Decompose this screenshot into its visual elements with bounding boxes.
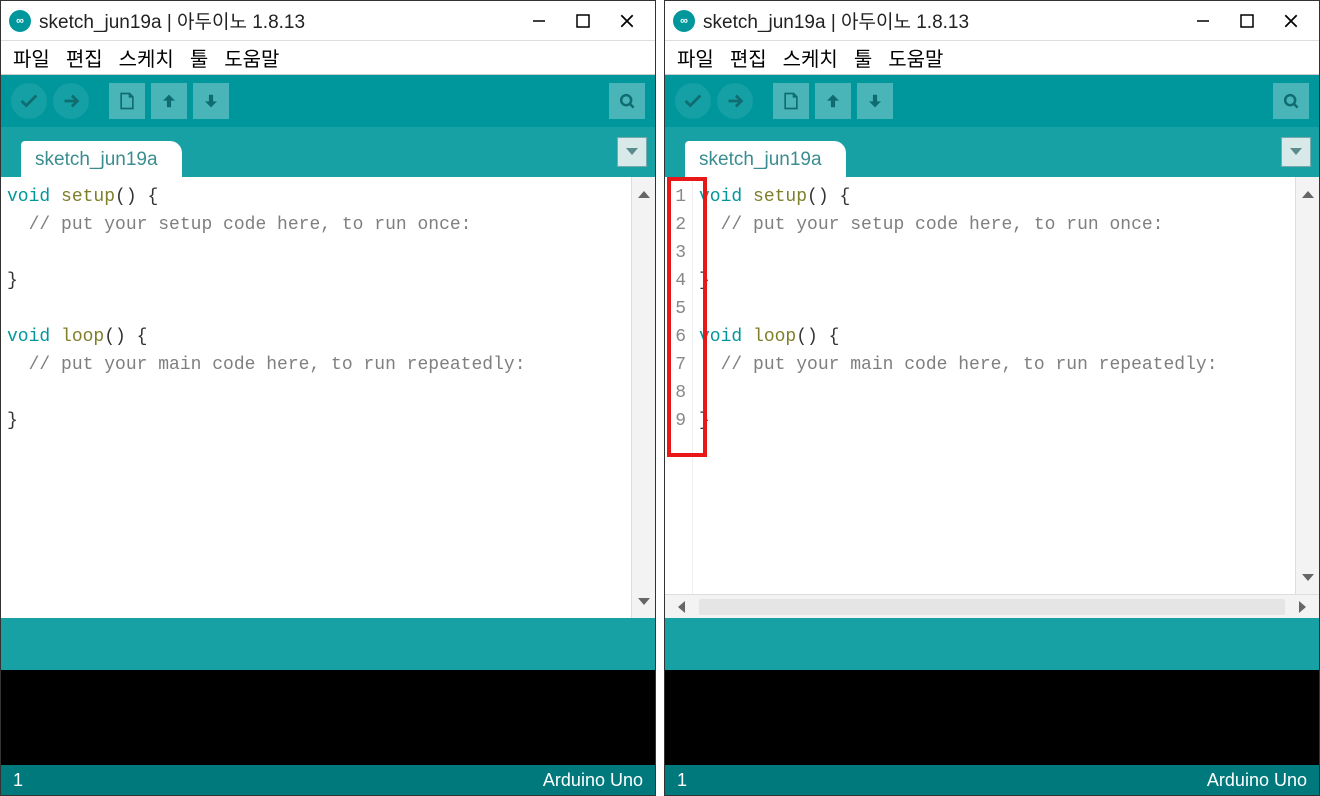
line-number-gutter: 123456789 [665, 177, 693, 594]
new-button[interactable] [109, 83, 145, 119]
ide-window-right: ∞ sketch_jun19a | 아두이노 1.8.13 파일편집스케치툴도움말 s… [664, 0, 1320, 796]
menu-sketch[interactable]: 스케치 [777, 41, 844, 74]
menu-help[interactable]: 도움말 [218, 41, 285, 74]
maximize-button[interactable] [1225, 6, 1269, 36]
code-editor[interactable]: 123456789void setup() { // put your setu… [665, 177, 1319, 594]
menu-file[interactable]: 파일 [671, 41, 720, 74]
menu-help[interactable]: 도움말 [882, 41, 949, 74]
message-area [665, 618, 1319, 670]
upload-button[interactable] [53, 83, 89, 119]
arduino-logo-icon: ∞ [9, 10, 31, 32]
serial-monitor-button[interactable] [609, 83, 645, 119]
menu-tools[interactable]: 툴 [848, 41, 878, 74]
menu-edit[interactable]: 편집 [60, 41, 109, 74]
code-editor[interactable]: void setup() { // put your setup code he… [1, 177, 655, 618]
status-board: Arduino Uno [543, 770, 643, 791]
menu-tools[interactable]: 툴 [184, 41, 214, 74]
tab-menu-button[interactable] [617, 137, 647, 167]
vertical-scrollbar[interactable] [631, 177, 655, 618]
vertical-scrollbar[interactable] [1295, 177, 1319, 594]
ide-window-left: ∞ sketch_jun19a | 아두이노 1.8.13 파일편집스케치툴도움말 s… [0, 0, 656, 796]
menu-edit[interactable]: 편집 [724, 41, 773, 74]
upload-button[interactable] [717, 83, 753, 119]
output-console[interactable] [1, 670, 655, 765]
message-area [1, 618, 655, 670]
minimize-button[interactable] [517, 6, 561, 36]
status-board: Arduino Uno [1207, 770, 1307, 791]
verify-button[interactable] [675, 83, 711, 119]
verify-button[interactable] [11, 83, 47, 119]
window-title: sketch_jun19a | 아두이노 1.8.13 [703, 7, 1181, 34]
sketch-tab[interactable]: sketch_jun19a [21, 141, 182, 177]
close-button[interactable] [1269, 6, 1313, 36]
sketch-tab[interactable]: sketch_jun19a [685, 141, 846, 177]
save-button[interactable] [193, 83, 229, 119]
menu-sketch[interactable]: 스케치 [113, 41, 180, 74]
serial-monitor-button[interactable] [1273, 83, 1309, 119]
menu-file[interactable]: 파일 [7, 41, 56, 74]
close-button[interactable] [605, 6, 649, 36]
window-title: sketch_jun19a | 아두이노 1.8.13 [39, 7, 517, 34]
arduino-logo-icon: ∞ [673, 10, 695, 32]
status-line-number: 1 [13, 770, 23, 791]
tab-menu-button[interactable] [1281, 137, 1311, 167]
save-button[interactable] [857, 83, 893, 119]
minimize-button[interactable] [1181, 6, 1225, 36]
status-line-number: 1 [677, 770, 687, 791]
horizontal-scrollbar[interactable] [665, 594, 1319, 618]
new-button[interactable] [773, 83, 809, 119]
open-button[interactable] [815, 83, 851, 119]
maximize-button[interactable] [561, 6, 605, 36]
open-button[interactable] [151, 83, 187, 119]
output-console[interactable] [665, 670, 1319, 765]
